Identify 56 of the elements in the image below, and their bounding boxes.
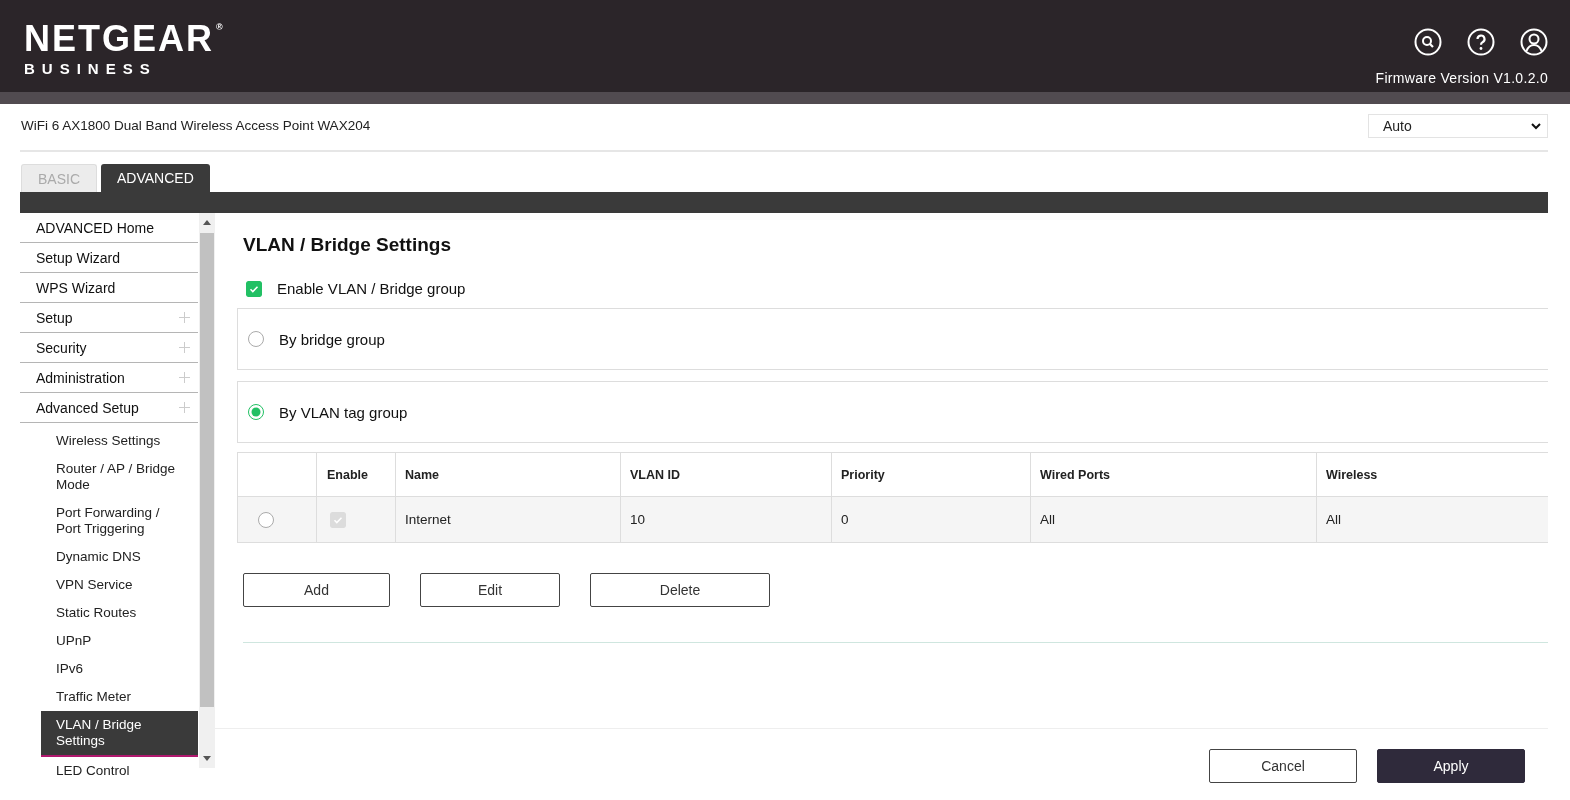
mode-select[interactable]: Auto [1368, 114, 1548, 138]
device-title: WiFi 6 AX1800 Dual Band Wireless Access Point WAX204 [21, 117, 371, 133]
submenu-item[interactable]: Port Forwarding / Port Triggering [41, 499, 198, 543]
menu-item[interactable]: Security [20, 333, 198, 363]
radio-label: By bridge group [279, 330, 385, 348]
tab[interactable]: ADVANCED [101, 164, 210, 192]
plus-icon[interactable] [179, 402, 190, 413]
column-header: VLAN ID [620, 452, 832, 497]
column-header: Name [395, 452, 621, 497]
menu-item[interactable]: Setup Wizard [20, 243, 198, 273]
submenu-item[interactable]: LED Control [41, 757, 198, 785]
submenu-item[interactable]: Wireless Settings [41, 427, 198, 455]
registered-mark: ® [216, 22, 225, 32]
menu-item[interactable]: WPS Wizard [20, 273, 198, 303]
submenu-item[interactable]: Traffic Meter [41, 683, 198, 711]
submenu-item[interactable]: UPnP [41, 627, 198, 655]
user-icon[interactable] [1520, 28, 1548, 56]
column-header: Enable [316, 452, 396, 497]
checkbox-label: Enable VLAN / Bridge group [277, 280, 466, 297]
plus-icon[interactable] [179, 342, 190, 353]
table-cell: 0 [831, 496, 1031, 543]
help-icon[interactable] [1467, 28, 1495, 56]
brand-logo-text: NETGEAR [24, 22, 214, 56]
action-button[interactable]: Add [243, 573, 390, 607]
plus-icon[interactable] [179, 372, 190, 383]
submenu-item[interactable]: IPv6 [41, 655, 198, 683]
chevron-down-icon [1531, 122, 1541, 130]
table-cell: 10 [620, 496, 832, 543]
radio-button[interactable] [248, 331, 264, 347]
menu-item[interactable]: Administration [20, 363, 198, 393]
submenu-item[interactable]: Dynamic DNS [41, 543, 198, 571]
brand-subtitle: BUSINESS [24, 60, 158, 78]
cancel-button[interactable]: Cancel [1209, 749, 1357, 783]
menu-item[interactable]: ADVANCED Home [20, 213, 198, 243]
plus-icon[interactable] [179, 312, 190, 323]
firmware-version: Firmware Version V1.0.2.0 [1375, 70, 1548, 86]
submenu-item[interactable]: Router / AP / Bridge Mode [41, 455, 198, 499]
column-header: Priority [831, 452, 1031, 497]
column-header: Wireless [1316, 452, 1548, 497]
submenu-item[interactable]: Static Routes [41, 599, 198, 627]
search-icon[interactable] [1414, 28, 1442, 56]
menu-item[interactable]: Setup [20, 303, 198, 333]
table-cell: Internet [395, 496, 621, 543]
apply-button[interactable]: Apply [1377, 749, 1525, 783]
submenu-item[interactable]: VPN Service [41, 571, 198, 599]
submenu-item[interactable]: VLAN / Bridge Settings [41, 711, 198, 757]
table-cell: All [1030, 496, 1317, 543]
checkbox[interactable] [246, 280, 262, 297]
column-header: Wired Ports [1030, 452, 1317, 497]
action-button[interactable]: Edit [420, 573, 560, 607]
menu-item[interactable]: Advanced Setup [20, 393, 198, 423]
radio-label: By VLAN tag group [279, 403, 408, 421]
page-title: VLAN / Bridge Settings [243, 233, 452, 257]
table-cell: All [1316, 496, 1548, 543]
action-button[interactable]: Delete [590, 573, 770, 607]
radio-button[interactable] [248, 404, 264, 420]
